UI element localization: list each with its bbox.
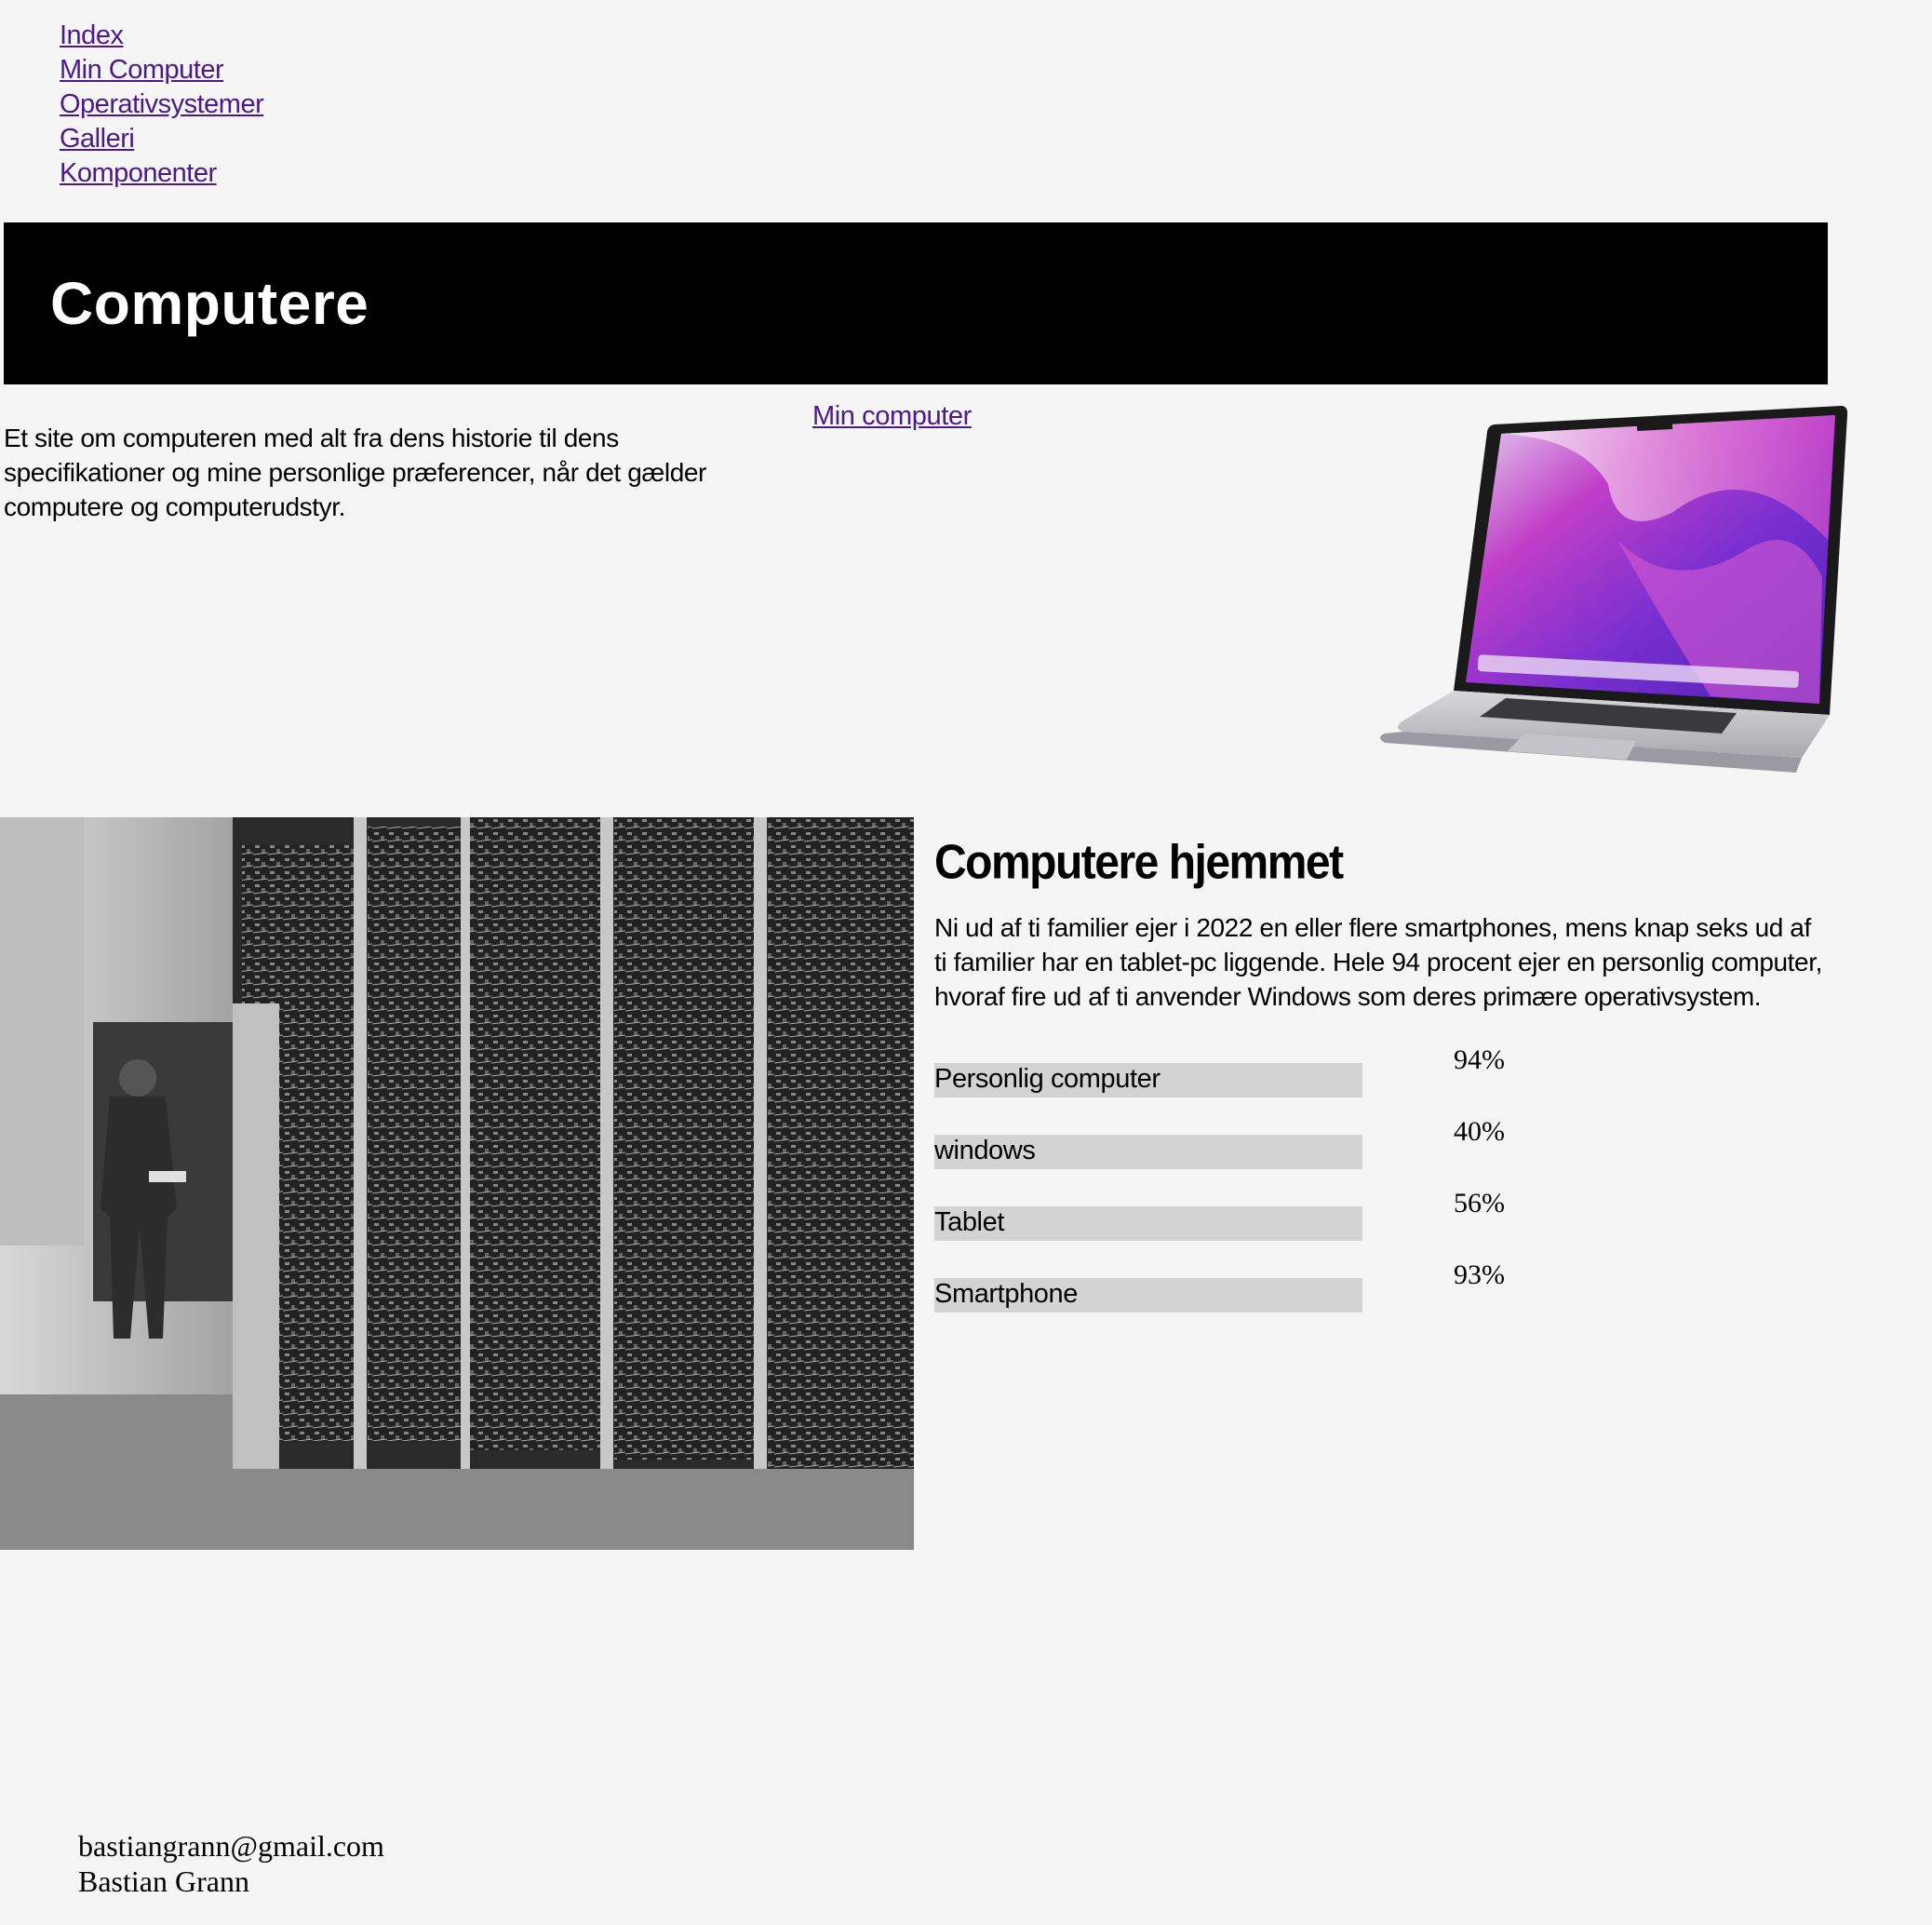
nav-link-min-computer[interactable]: Min Computer (60, 55, 224, 85)
nav-link-operativsystemer[interactable]: Operativsystemer (60, 89, 264, 119)
intro-text: Et site om computeren med alt fra dens h… (4, 424, 706, 521)
stat-row-tablet: Tablet 56% (934, 1188, 1511, 1244)
nav-link-galleri[interactable]: Galleri (60, 124, 135, 154)
nav-item-min-computer: Min Computer (60, 53, 263, 88)
stats-title: Computere hjemmet (934, 836, 1344, 890)
stat-label: Personlig computer (934, 1064, 1161, 1094)
page-title: Computere (50, 270, 369, 337)
stat-label: windows (934, 1136, 1036, 1165)
stat-label: Smartphone (934, 1279, 1078, 1309)
footer-name: Bastian Grann (78, 1864, 249, 1898)
nav-item-operativsystemer: Operativsystemer (60, 88, 264, 122)
stat-value: 40% (1454, 1116, 1505, 1147)
min-computer-link[interactable]: Min computer (812, 401, 972, 432)
nav-item-galleri: Galleri (60, 122, 263, 156)
stat-row-smartphone: Smartphone 93% (934, 1259, 1511, 1315)
nav-link-index[interactable]: Index (60, 20, 124, 50)
vintage-computer-photo (0, 817, 914, 1550)
main-nav: Index Min Computer Operativsystemer Gall… (60, 19, 264, 191)
nav-item-index: Index (60, 19, 263, 53)
page-header: Computere (4, 222, 1828, 384)
laptop-image (1227, 400, 1850, 819)
nav-link-komponenter[interactable]: Komponenter (60, 158, 217, 188)
footer: bastiangrann@gmail.com Bastian Grann (78, 1828, 384, 1899)
stat-row-personlig-computer: Personlig computer 94% (934, 1044, 1511, 1100)
stat-value: 56% (1454, 1188, 1505, 1218)
stat-row-windows: windows 40% (934, 1116, 1511, 1172)
nav-item-komponenter: Komponenter (60, 156, 263, 191)
stat-value: 94% (1454, 1044, 1505, 1075)
stat-value: 93% (1454, 1259, 1505, 1290)
stats-text: Ni ud af ti familier ejer i 2022 en elle… (934, 913, 1822, 1011)
footer-email: bastiangrann@gmail.com (78, 1829, 384, 1863)
stat-label: Tablet (934, 1207, 1004, 1237)
